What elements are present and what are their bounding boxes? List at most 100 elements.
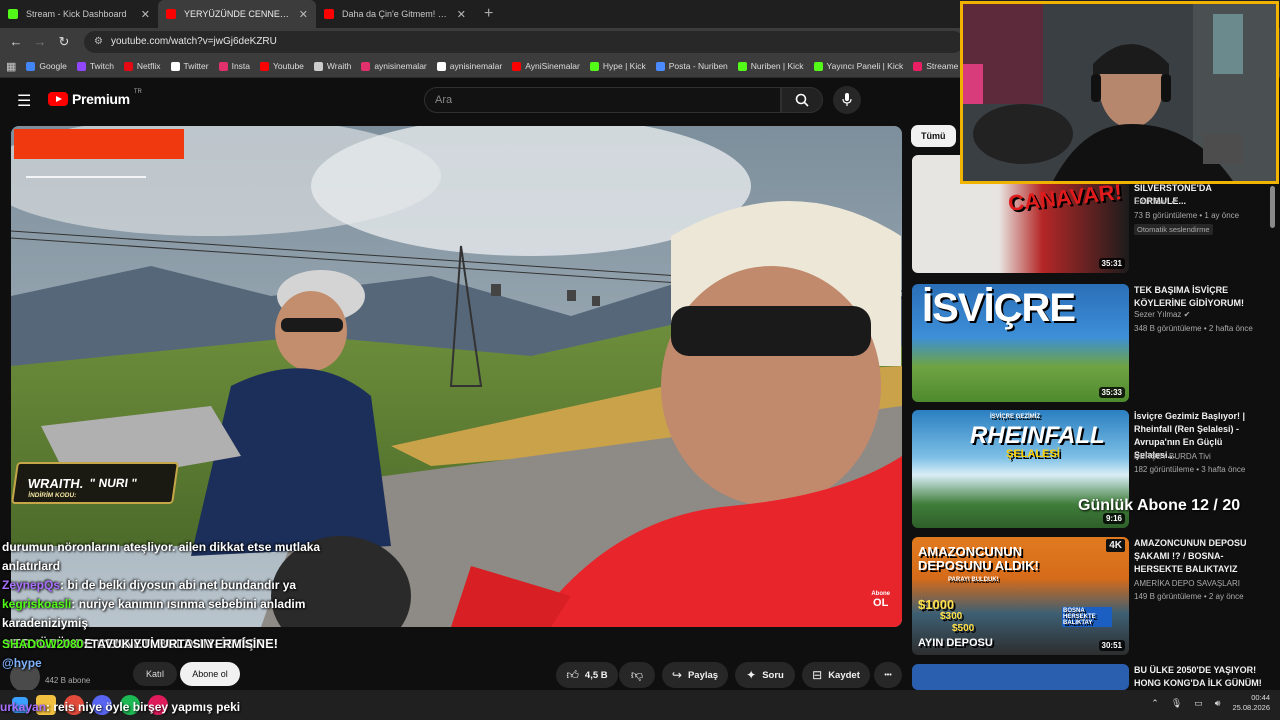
recommendation-title[interactable]: AMAZONCUNUN DEPOSU ŞAKAMI !? / BOSNA-HER… <box>1134 537 1264 576</box>
bookmark-item[interactable]: aynisinemalar <box>436 61 503 71</box>
recommendation-item[interactable]: BU ÜLKE 2050'DE YAŞIYOR! HONG KONG'DA İL… <box>912 664 1272 690</box>
bookmark-item[interactable]: Netflix <box>123 61 161 71</box>
back-icon[interactable]: ← <box>4 34 28 49</box>
tab-label: Stream - Kick Dashboard <box>26 9 127 19</box>
bookmark-label: aynisinemalar <box>374 61 427 71</box>
chat-text: durumun nöronlarını ateşliyor. ailen dik… <box>2 540 321 573</box>
wraith-code: " NURI " <box>88 476 138 490</box>
thumbnail-text: CANAVAR! <box>1006 179 1124 216</box>
voice-search-button[interactable] <box>833 86 861 114</box>
bookmark-favicon-icon <box>655 61 665 71</box>
forward-icon[interactable]: → <box>28 34 52 49</box>
chat-message: urkayan: reis niye öyle birşey yapmış pe… <box>0 700 240 714</box>
bookmark-item[interactable]: Twitter <box>170 61 209 71</box>
video-thumbnail[interactable]: İSVİÇRE 35:33 <box>912 284 1129 402</box>
bookmark-label: Yayıncı Paneli | Kick <box>826 61 904 71</box>
bookmark-item[interactable]: Posta - Nuriben <box>655 61 728 71</box>
recommendation-item[interactable]: İSVİÇRE 35:33 TEK BAŞIMA İSVİÇRE KÖYLERİ… <box>912 284 1272 402</box>
search-icon <box>795 93 809 107</box>
recommendation-channel[interactable]: Emin San ✔ <box>1134 197 1178 206</box>
video-thumbnail[interactable]: AMAZONCUNUN DEPOSUNU ALDIK! PARAYI BULDU… <box>912 537 1129 655</box>
bookmark-label: Insta <box>231 61 251 71</box>
wraith-code-label: İNDİRİM KODU: <box>27 492 77 499</box>
tab-close-icon[interactable]: ✕ <box>457 8 466 21</box>
kick-favicon-icon <box>8 9 18 19</box>
chat-message: SHADOW2080: TAVUK YUMURTASI YERMİSİN <box>2 635 332 654</box>
recommendation-item[interactable]: AMAZONCUNUN DEPOSUNU ALDIK! PARAYI BULDU… <box>912 537 1272 655</box>
apps-grid-icon[interactable]: ▦ <box>6 60 16 73</box>
webcam-feed <box>963 4 1276 181</box>
bookmark-item[interactable]: Streame <box>913 61 958 71</box>
bookmark-label: aynisinemalar <box>449 61 503 71</box>
recommendation-meta: 149 B görüntüleme • 2 ay önce <box>1134 592 1244 601</box>
save-button[interactable]: ⊟ Kaydet <box>802 662 870 688</box>
share-label: Paylaş <box>687 669 719 681</box>
abone-ol-watermark[interactable]: Abone OL <box>871 591 890 609</box>
search-input[interactable]: Ara <box>424 87 781 113</box>
tab-close-icon[interactable]: ✕ <box>141 8 150 21</box>
thumbnail-label: $300 <box>940 611 963 622</box>
more-actions-button[interactable]: ••• <box>874 662 902 688</box>
share-button[interactable]: ↪ Paylaş <box>662 662 728 688</box>
volume-icon[interactable]: 🔊︎ <box>1215 698 1221 709</box>
tab-kick-dashboard[interactable]: Stream - Kick Dashboard ✕ <box>0 0 158 28</box>
recommendation-channel[interactable]: Sezer Yılmaz ✔ <box>1134 310 1190 319</box>
thumbnail-label: İSVİÇRE GEZİMİZ <box>990 414 1041 420</box>
bookmark-item[interactable]: Google <box>26 61 67 71</box>
bookmark-favicon-icon <box>813 61 823 71</box>
chip-all[interactable]: Tümü <box>911 125 956 147</box>
system-tray: ⌃ 🎙︎ ▭ 🔊︎ 00:44 25.08.2026 <box>1151 693 1270 713</box>
thumbnail-text: AMAZONCUNUN DEPOSUNU ALDIK! <box>918 544 1039 573</box>
dislike-button[interactable]: 👎︎ <box>619 662 655 688</box>
thumbnail-label: ŞELALESİ <box>1006 448 1060 460</box>
recommendation-title[interactable]: TEK BAŞIMA İSVİÇRE KÖYLERİNE GİDİYORUM! <box>1134 284 1264 310</box>
url-text: youtube.com/watch?v=jwGj6deKZRU <box>110 36 277 47</box>
bookmark-label: Wraith <box>326 61 352 71</box>
recommendation-meta: 182 görüntüleme • 3 hafta önce <box>1134 465 1246 474</box>
bookmark-favicon-icon <box>76 61 86 71</box>
like-button[interactable]: 👍︎ 4,5 B <box>556 662 618 688</box>
recommendation-channel[interactable]: HERŞEY BURDA Tivi <box>1134 452 1211 461</box>
tray-expand-icon[interactable]: ⌃ <box>1151 698 1159 709</box>
reload-icon[interactable]: ↻ <box>52 34 76 50</box>
recommendation-title[interactable]: BU ÜLKE 2050'DE YAŞIYOR! HONG KONG'DA İL… <box>1134 664 1264 690</box>
network-icon[interactable]: ▭ <box>1194 698 1203 709</box>
video-thumbnail[interactable] <box>912 664 1129 690</box>
duration-badge: 30:51 <box>1098 640 1125 651</box>
bookmark-label: Google <box>39 61 67 71</box>
site-info-icon[interactable]: ⚙ <box>94 36 103 47</box>
chat-username: ZeynepQs <box>2 578 61 592</box>
bookmark-item[interactable]: Twitch <box>76 61 114 71</box>
auto-dub-badge: Otomatik seslendirme <box>1134 224 1213 235</box>
bookmark-label: Posta - Nuriben <box>668 61 728 71</box>
bookmark-item[interactable]: Nuriben | Kick <box>737 61 804 71</box>
bookmark-item[interactable]: Wraith <box>313 61 352 71</box>
bookmark-label: Twitter <box>183 61 209 71</box>
bookmark-item[interactable]: Yayıncı Paneli | Kick <box>813 61 904 71</box>
search-button[interactable] <box>781 87 823 113</box>
sidebar-scrollbar[interactable] <box>1270 186 1275 228</box>
ask-button[interactable]: ✦ Soru <box>735 662 795 688</box>
tab-close-icon[interactable]: ✕ <box>299 8 308 21</box>
hamburger-menu-icon[interactable]: ☰ <box>17 91 31 111</box>
bookmark-item[interactable]: Hype | Kick <box>589 61 646 71</box>
share-icon: ↪ <box>671 668 682 682</box>
microphone-tray-icon[interactable]: 🎙︎ <box>1171 698 1182 709</box>
thumbnail-label: $1000 <box>918 597 955 612</box>
bookmark-item[interactable]: Youtube <box>260 61 304 71</box>
streamer-webcam <box>960 1 1279 184</box>
bookmark-favicon-icon <box>589 61 599 71</box>
bookmark-item[interactable]: Insta <box>218 61 251 71</box>
new-tab-button[interactable]: + <box>474 0 503 28</box>
bookmark-item[interactable]: AyniSinemalar <box>512 61 580 71</box>
save-label: Kaydet <box>828 669 860 681</box>
recommendation-channel[interactable]: AMERİKA DEPO SAVAŞLARI <box>1134 579 1240 588</box>
clock[interactable]: 00:44 25.08.2026 <box>1232 693 1270 713</box>
youtube-premium-logo[interactable]: Premium TR <box>48 89 142 107</box>
tab-youtube-china[interactable]: Daha da Çin'e Gitmem! (Haftalı ✕ <box>316 0 474 28</box>
address-bar[interactable]: ⚙ youtube.com/watch?v=jwGj6deKZRU <box>84 30 964 53</box>
thumbnail-text: İSVİÇRE <box>922 286 1076 330</box>
bookmark-item[interactable]: aynisinemalar <box>361 61 427 71</box>
thumbnail-label: $500 <box>952 623 975 634</box>
tab-youtube-video[interactable]: YERYÜZÜNDE CENNETİ BULDU ✕ <box>158 0 316 28</box>
